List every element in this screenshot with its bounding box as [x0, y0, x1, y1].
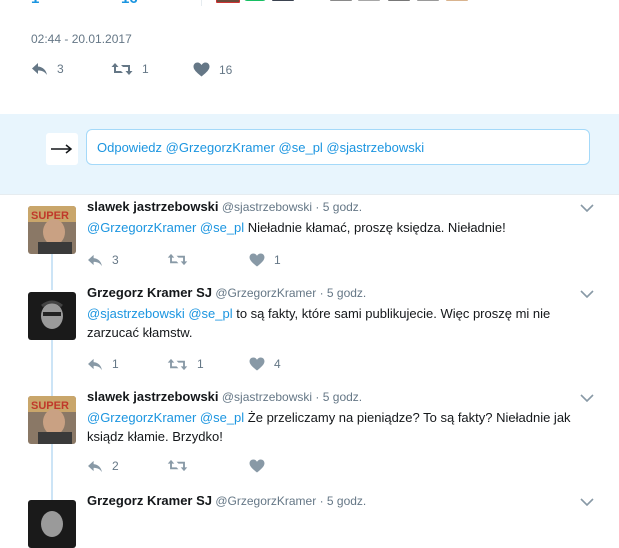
like-icon [249, 253, 265, 267]
reply-button[interactable]: 1 [87, 357, 119, 371]
like-count: 16 [219, 62, 233, 77]
avatar[interactable] [388, 0, 410, 1]
reply-icon [88, 460, 102, 472]
avatar[interactable] [272, 0, 294, 1]
arrow-right-icon [51, 144, 73, 154]
chevron-down-icon[interactable] [580, 285, 594, 301]
reply-count: 3 [112, 253, 119, 267]
avatar[interactable] [358, 0, 380, 1]
author-name[interactable]: Grzegorz Kramer SJ [87, 285, 212, 300]
reply-button[interactable]: 3 [87, 253, 119, 267]
chevron-down-icon[interactable] [580, 199, 594, 215]
author-name[interactable]: slawek jastrzebowski [87, 199, 219, 214]
mention-links[interactable]: @GrzegorzKramer @se_pl [87, 220, 244, 235]
avatar[interactable]: SUPER [28, 396, 76, 444]
mention-links[interactable]: @GrzegorzKramer @se_pl [87, 410, 244, 425]
avatar[interactable] [28, 500, 76, 548]
separator-dot: · [319, 286, 324, 300]
reply-icon [88, 358, 102, 370]
retweet-button[interactable]: 1 [111, 62, 149, 76]
reply-count: 3 [57, 62, 64, 76]
divider [201, 0, 202, 6]
like-count: 4 [274, 357, 281, 371]
author-handle[interactable]: @GrzegorzKramer [215, 286, 316, 300]
avatar[interactable] [330, 0, 352, 1]
avatar[interactable] [417, 0, 439, 1]
divider [0, 194, 619, 195]
mention-links[interactable]: @sjastrzebowski @se_pl [87, 306, 233, 321]
thread-line [51, 254, 53, 290]
like-icon [249, 459, 265, 473]
tweet-text: @sjastrzebowski @se_pl to są fakty, któr… [87, 304, 597, 342]
retweet-button[interactable]: 1 [167, 357, 204, 371]
reply-count: 1 [112, 357, 119, 371]
like-icon [249, 357, 265, 371]
avatar[interactable] [216, 0, 240, 3]
like-button[interactable]: 16 [193, 62, 232, 77]
retweet-icon [167, 253, 188, 266]
avatar[interactable] [28, 292, 76, 340]
retweet-button[interactable] [167, 459, 197, 472]
avatar[interactable] [244, 0, 266, 1]
chevron-down-icon[interactable] [580, 493, 594, 509]
chevron-down-icon[interactable] [580, 389, 594, 405]
tweet-time[interactable]: 5 godz. [323, 390, 362, 404]
tweet-stats-row: 1 16 [0, 0, 619, 16]
author-handle[interactable]: @sjastrzebowski [222, 200, 312, 214]
like-icon [193, 62, 210, 77]
tweet-text: @GrzegorzKramer @se_pl Nieładnie kłamać,… [87, 218, 597, 237]
tweet-time[interactable]: 5 godz. [323, 200, 362, 214]
stat-count[interactable]: 16 [121, 0, 138, 7]
like-button[interactable]: 1 [249, 253, 281, 267]
retweet-count: 1 [142, 62, 149, 76]
separator-dot: · [315, 390, 320, 404]
tweet-header: slawek jastrzebowski @sjastrzebowski · 5… [87, 389, 362, 404]
like-button[interactable] [249, 459, 274, 473]
tweet-body: Nieładnie kłamać, proszę księdza. Nieład… [244, 220, 506, 235]
retweet-icon [111, 63, 133, 75]
reply-input[interactable] [86, 129, 590, 165]
tweet-header: Grzegorz Kramer SJ @GrzegorzKramer · 5 g… [87, 493, 366, 508]
stat-count[interactable]: 1 [31, 0, 39, 7]
thread-line [51, 340, 53, 396]
separator-dot: · [319, 494, 324, 508]
reply-icon [88, 254, 102, 266]
tweet-text: @GrzegorzKramer @se_pl Że przeliczamy na… [87, 408, 597, 446]
reply-count: 2 [112, 459, 119, 473]
separator-dot: · [315, 200, 320, 214]
reply-button[interactable]: 3 [31, 62, 64, 76]
reply-avatar [46, 133, 78, 165]
author-handle[interactable]: @GrzegorzKramer [215, 494, 316, 508]
thread-line [51, 444, 53, 500]
avatar[interactable]: SUPER [28, 206, 76, 254]
author-name[interactable]: slawek jastrzebowski [87, 389, 219, 404]
reply-button[interactable]: 2 [87, 459, 119, 473]
retweet-button[interactable] [167, 253, 197, 266]
tweet-time[interactable]: 5 godz. [327, 494, 366, 508]
avatar[interactable] [446, 0, 468, 1]
retweet-icon [167, 358, 188, 370]
tweet-header: slawek jastrzebowski @sjastrzebowski · 5… [87, 199, 362, 214]
tweet-timestamp[interactable]: 02:44 - 20.01.2017 [31, 32, 132, 46]
like-button[interactable]: 4 [249, 357, 281, 371]
retweet-icon [167, 459, 188, 472]
tweet-time[interactable]: 5 godz. [327, 286, 366, 300]
tweet-header: Grzegorz Kramer SJ @GrzegorzKramer · 5 g… [87, 285, 366, 300]
author-name[interactable]: Grzegorz Kramer SJ [87, 493, 212, 508]
retweet-count: 1 [197, 357, 204, 371]
reply-icon [32, 63, 47, 75]
author-handle[interactable]: @sjastrzebowski [222, 390, 312, 404]
like-count: 1 [274, 253, 281, 267]
